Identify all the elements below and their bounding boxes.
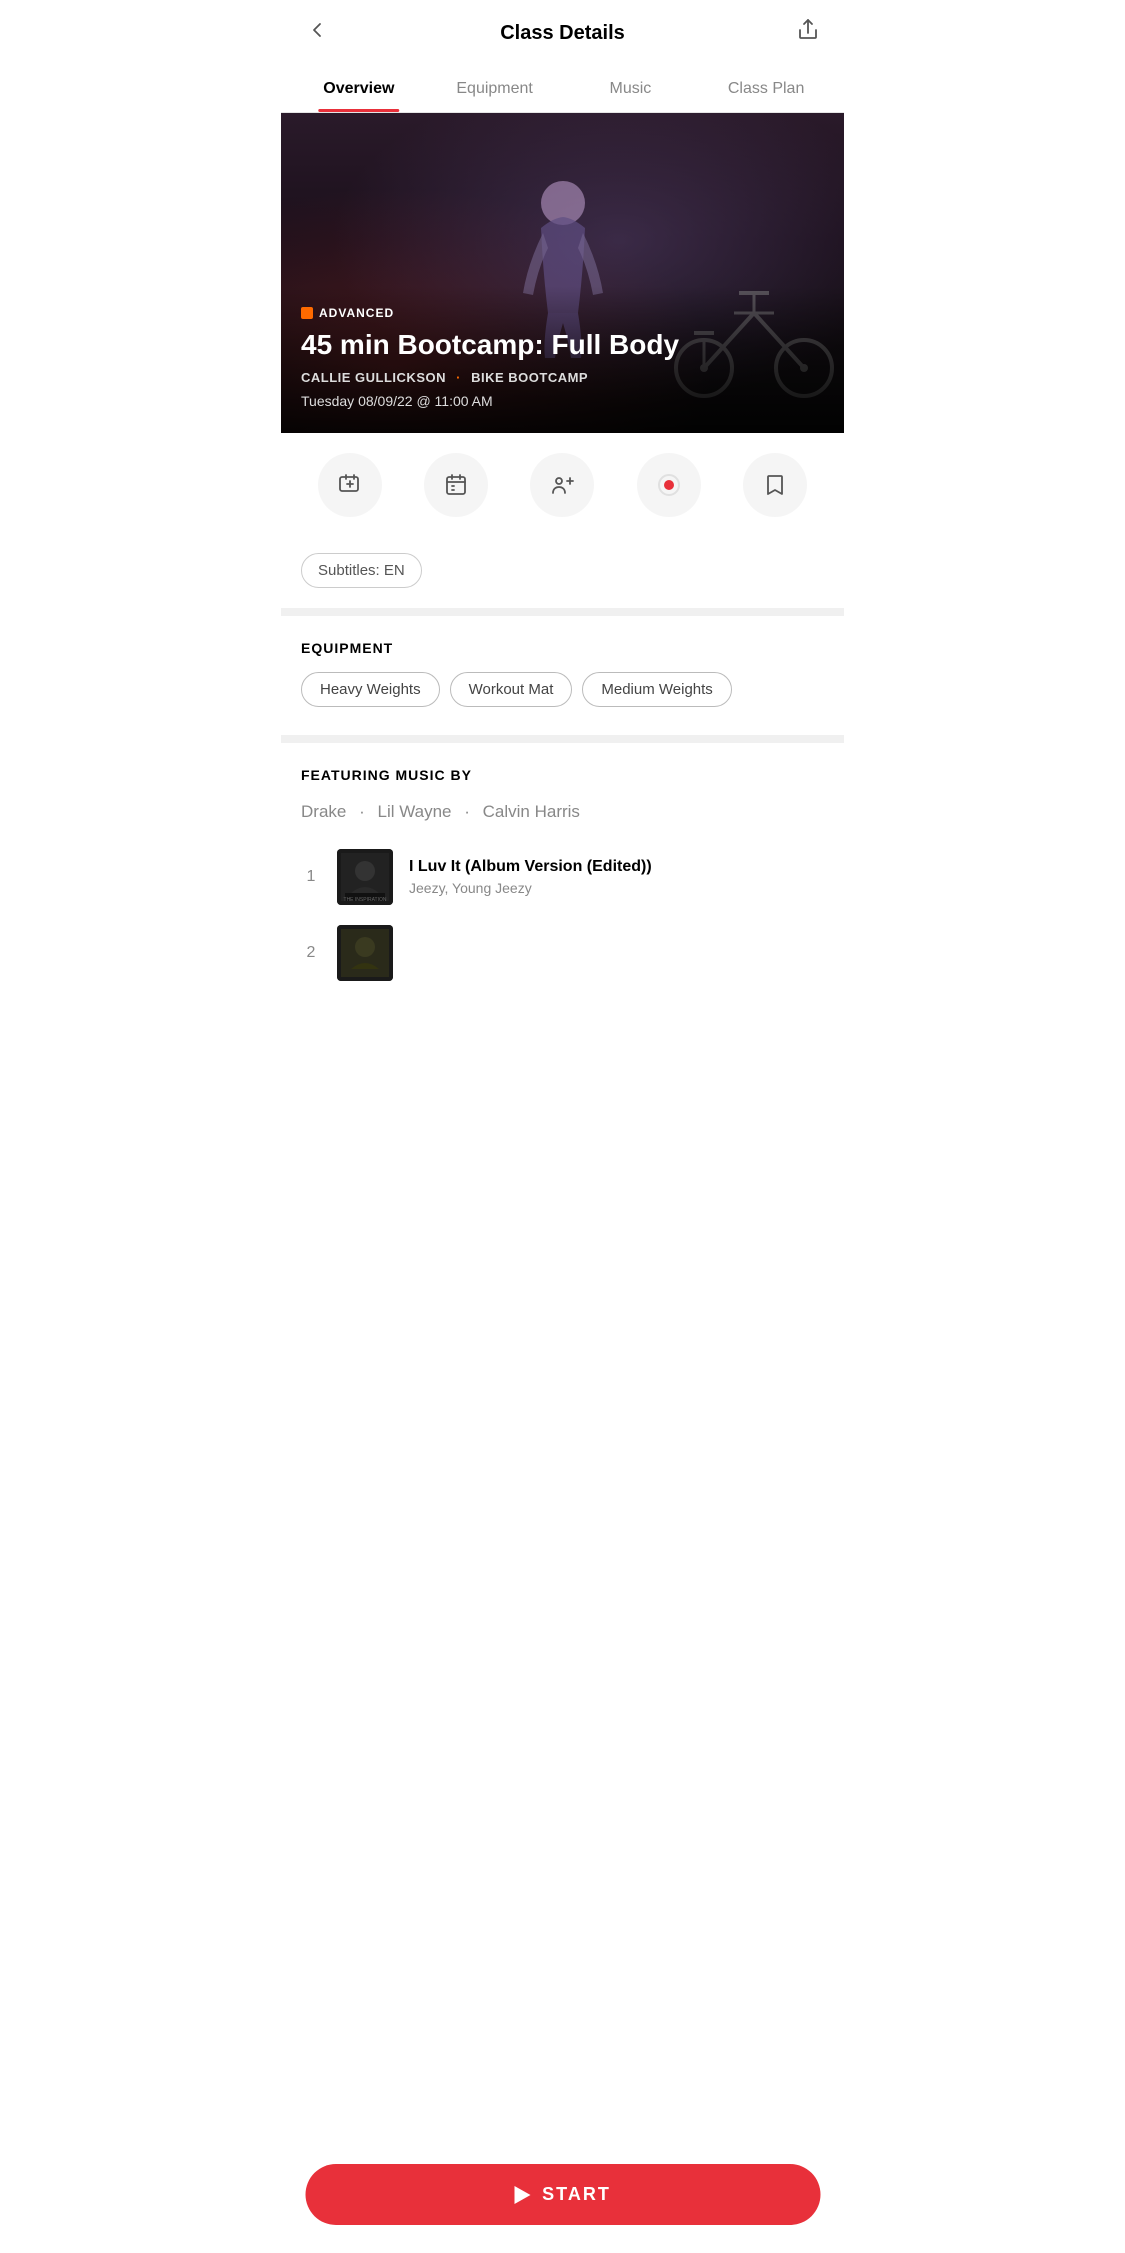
advanced-label: ADVANCED: [319, 306, 394, 320]
track-item[interactable]: 1 THE INSPIRATION I Luv It (Album Versio…: [301, 849, 824, 905]
share-button[interactable]: [792, 14, 824, 52]
track-item[interactable]: 2: [301, 925, 824, 981]
artist-sep-2: ·: [464, 802, 474, 821]
tab-class-plan[interactable]: Class Plan: [698, 66, 834, 112]
equipment-title: EQUIPMENT: [301, 640, 824, 656]
equipment-tag-medium-weights[interactable]: Medium Weights: [582, 672, 731, 707]
track-title: I Luv It (Album Version (Edited)): [409, 858, 824, 876]
record-button[interactable]: [637, 453, 701, 517]
separator-dot: ·: [456, 370, 461, 385]
track-artist: Jeezy, Young Jeezy: [409, 880, 824, 896]
start-bar: START: [281, 2148, 844, 2253]
play-icon: [514, 2186, 530, 2204]
artist-sep-1: ·: [359, 802, 369, 821]
share-icon: [796, 18, 820, 42]
track-info: [409, 951, 824, 955]
track-number: 2: [301, 944, 321, 962]
schedule-icon: [444, 473, 468, 497]
subtitles-section: Subtitles: EN: [281, 537, 844, 616]
badge-dot: [301, 307, 313, 319]
tabs-bar: Overview Equipment Music Class Plan: [281, 66, 844, 113]
tab-equipment[interactable]: Equipment: [427, 66, 563, 112]
music-artists: Drake · Lil Wayne · Calvin Harris: [301, 799, 824, 825]
class-title: 45 min Bootcamp: Full Body: [301, 328, 824, 362]
header: Class Details: [281, 0, 844, 66]
back-icon: [305, 18, 329, 42]
add-to-stack-button[interactable]: [318, 453, 382, 517]
bookmark-icon: [763, 473, 787, 497]
back-button[interactable]: [301, 14, 333, 52]
equipment-tag-workout-mat[interactable]: Workout Mat: [450, 672, 573, 707]
hero-image: ADVANCED 45 min Bootcamp: Full Body CALL…: [281, 113, 844, 433]
page-title: Class Details: [500, 22, 625, 45]
track-album-art: THE INSPIRATION: [337, 849, 393, 905]
record-icon: [658, 474, 680, 496]
class-type: BIKE BOOTCAMP: [471, 370, 588, 385]
hero-overlay: ADVANCED 45 min Bootcamp: Full Body CALL…: [281, 286, 844, 433]
music-section-title: FEATURING MUSIC BY: [301, 767, 824, 783]
actions-row: [281, 433, 844, 537]
record-dot: [664, 480, 674, 490]
artist-3: Calvin Harris: [483, 802, 580, 821]
track-number: 1: [301, 868, 321, 886]
track-album-art: [337, 925, 393, 981]
subtitles-badge[interactable]: Subtitles: EN: [301, 553, 422, 588]
schedule-button[interactable]: [424, 453, 488, 517]
equipment-tag-heavy-weights[interactable]: Heavy Weights: [301, 672, 440, 707]
album-art-1: THE INSPIRATION: [337, 849, 393, 905]
class-meta: CALLIE GULLICKSON · BIKE BOOTCAMP: [301, 370, 824, 385]
start-button[interactable]: START: [305, 2164, 820, 2225]
add-to-stack-icon: [338, 473, 362, 497]
tab-music[interactable]: Music: [563, 66, 699, 112]
invite-friends-icon: [550, 473, 574, 497]
invite-friends-button[interactable]: [530, 453, 594, 517]
music-section: FEATURING MUSIC BY Drake · Lil Wayne · C…: [281, 743, 844, 1101]
svg-text:THE INSPIRATION: THE INSPIRATION: [344, 897, 387, 903]
equipment-section: EQUIPMENT Heavy Weights Workout Mat Medi…: [281, 616, 844, 743]
artist-1: Drake: [301, 802, 346, 821]
equipment-tags: Heavy Weights Workout Mat Medium Weights: [301, 672, 824, 707]
bookmark-button[interactable]: [743, 453, 807, 517]
class-date: Tuesday 08/09/22 @ 11:00 AM: [301, 393, 824, 409]
start-label: START: [542, 2184, 611, 2205]
advanced-badge: ADVANCED: [301, 306, 394, 320]
tab-overview[interactable]: Overview: [291, 66, 427, 112]
instructor-name: CALLIE GULLICKSON: [301, 370, 446, 385]
track-info: I Luv It (Album Version (Edited)) Jeezy,…: [409, 858, 824, 896]
artist-2: Lil Wayne: [377, 802, 451, 821]
album-art-2: [337, 925, 393, 981]
